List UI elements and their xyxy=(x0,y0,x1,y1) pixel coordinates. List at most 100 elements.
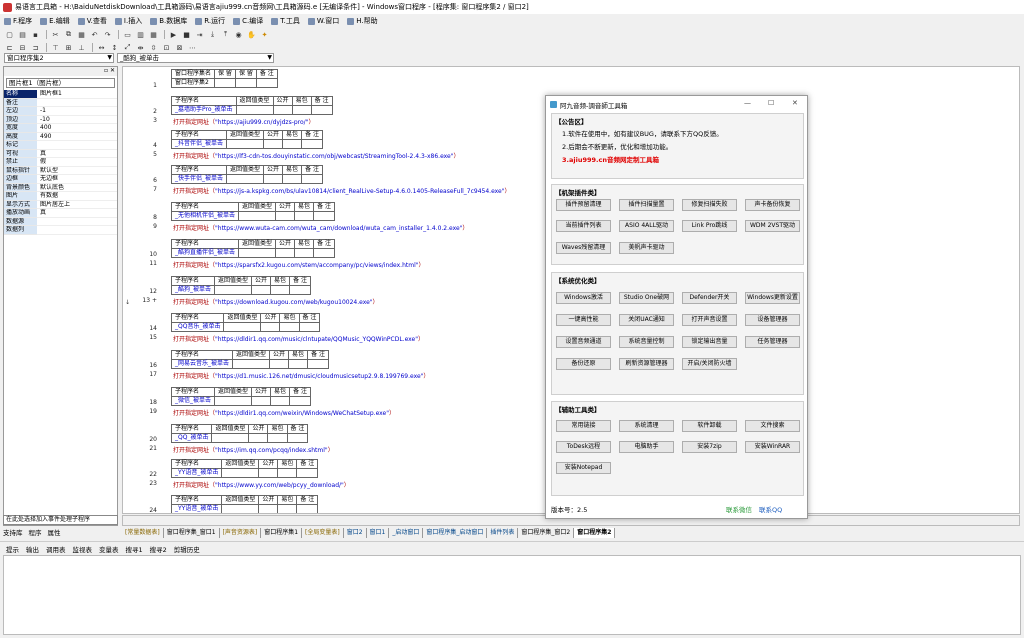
code-line[interactable]: 打开指定网址（"https://sparsfx2.kugou.com/stem/… xyxy=(173,260,425,269)
align-center-icon[interactable]: ⊟ xyxy=(17,43,28,53)
close-icon[interactable]: ✕ xyxy=(792,99,798,107)
menu-item[interactable]: I.插入 xyxy=(114,16,142,26)
space-v-icon[interactable]: ⇳ xyxy=(148,43,159,53)
align-middle-icon[interactable]: ⊞ xyxy=(63,43,74,53)
align-right-icon[interactable]: ⊐ xyxy=(30,43,41,53)
undo-icon[interactable]: ↶ xyxy=(89,30,100,40)
property-row[interactable]: 数据列 xyxy=(4,226,117,235)
property-value[interactable]: 有数据 xyxy=(37,192,117,201)
property-row[interactable]: 鼠标指针 默认型 xyxy=(4,166,117,175)
same-width-icon[interactable]: ↔ xyxy=(96,43,107,53)
document-tab[interactable]: 插件列表 xyxy=(487,528,519,538)
hand-icon[interactable]: ✋ xyxy=(246,30,257,40)
property-value[interactable]: 无边框 xyxy=(37,175,117,184)
toolbox-button[interactable]: Studio One破网 xyxy=(619,292,674,304)
class-select[interactable]: 窗口程序集2 ▼ xyxy=(4,53,114,63)
property-row[interactable]: 备注 xyxy=(4,98,117,107)
property-value[interactable] xyxy=(37,218,117,226)
code-line[interactable]: 打开指定网址（"https://lf3-cdn-tos.douyinstatic… xyxy=(173,151,460,160)
subroutine-name[interactable]: _微信_被单击 xyxy=(170,396,216,406)
property-row[interactable]: 播放动画真 xyxy=(4,209,117,218)
property-value[interactable]: 默认底色 xyxy=(37,184,117,192)
document-tab[interactable]: 窗口程序集_启动窗口 xyxy=(423,528,488,538)
output-tab[interactable]: 输出 xyxy=(26,544,39,554)
maximize-icon[interactable]: ☐ xyxy=(768,99,774,107)
align-bottom-icon[interactable]: ⊥ xyxy=(76,43,87,53)
subroutine-name[interactable]: _无他相机伴侣_被单击 xyxy=(170,211,240,221)
left-panel-tab[interactable]: 程序 xyxy=(29,527,42,537)
subroutine-name[interactable]: _酷狗直播伴侣_被单击 xyxy=(170,248,240,258)
subroutine-name[interactable]: _YY语音_被单击 xyxy=(170,468,223,478)
toolbox-button[interactable]: 备份还原 xyxy=(556,358,611,370)
stop-icon[interactable]: ■ xyxy=(181,30,192,40)
step-into-icon[interactable]: ⤓ xyxy=(207,30,218,40)
cut-icon[interactable]: ✂ xyxy=(50,30,61,40)
property-value[interactable]: 图片框1 xyxy=(37,90,117,99)
toolbox-button[interactable]: 关闭UAC通知 xyxy=(619,314,674,326)
document-tab[interactable]: 窗口程序集2 xyxy=(574,528,616,538)
document-tab[interactable]: [全局变量表] xyxy=(302,528,344,538)
output-tab[interactable]: 提示 xyxy=(6,544,19,554)
property-row[interactable]: 顶边 -10 xyxy=(4,115,117,124)
breakpoint-icon[interactable]: ◉ xyxy=(233,30,244,40)
output-area[interactable] xyxy=(3,555,1021,635)
toolbox-button[interactable]: 设备管理器 xyxy=(745,314,800,326)
window-layout-icon[interactable]: ▭ xyxy=(122,30,133,40)
property-value[interactable]: -10 xyxy=(37,116,117,124)
step-out-icon[interactable]: ⤒ xyxy=(220,30,231,40)
code-line[interactable]: 打开指定网址（"https://dldir1.qq.com/music/clnt… xyxy=(173,334,424,343)
minimize-icon[interactable]: — xyxy=(744,99,751,107)
toolbox-button[interactable]: 一键高性能 xyxy=(556,314,611,326)
document-tab[interactable]: [常量数据表] xyxy=(122,528,164,538)
subroutine-name[interactable]: _网易云音乐_被单击 xyxy=(170,359,234,369)
property-value[interactable] xyxy=(37,99,117,107)
document-tab[interactable]: 窗口程序集_窗口2 xyxy=(518,528,575,538)
menu-item[interactable]: W.窗口 xyxy=(307,16,339,26)
left-panel-tab[interactable]: 支持库 xyxy=(3,527,23,537)
property-row[interactable]: 高度 490 xyxy=(4,132,117,141)
code-line[interactable]: 打开指定网址（"https://im.qq.com/pcqq/index.sht… xyxy=(173,445,334,454)
subroutine-name[interactable]: _YY语音_被单击 xyxy=(170,504,223,513)
pin-icon[interactable]: ▫ xyxy=(104,67,108,74)
toolbox-button[interactable]: 软件卸载 xyxy=(682,420,737,432)
toolbox-button[interactable]: Waves残留清理 xyxy=(556,242,611,254)
document-tab[interactable]: 窗口1 xyxy=(367,528,390,538)
menu-item[interactable]: F.程序 xyxy=(4,16,32,26)
toolbox-button[interactable]: 常用链接 xyxy=(556,420,611,432)
toolbox-button[interactable]: 电脑助手 xyxy=(619,441,674,453)
subroutine-name[interactable]: _QQ音乐_被单击 xyxy=(170,322,225,332)
new-file-icon[interactable]: ▢ xyxy=(4,30,15,40)
toolbox-button[interactable]: 系统清理 xyxy=(619,420,674,432)
toolbox-button[interactable]: ToDesk远程 xyxy=(556,441,611,453)
output-tab[interactable]: 监视表 xyxy=(73,544,93,554)
toolbox-button[interactable]: 美帆声卡驱动 xyxy=(619,242,674,254)
output-tab[interactable]: 调用表 xyxy=(46,544,66,554)
toolbox-button[interactable]: Defender开关 xyxy=(682,292,737,304)
property-value[interactable] xyxy=(37,141,117,150)
subroutine-name[interactable]: _酷狗_被单击 xyxy=(170,285,216,295)
same-height-icon[interactable]: ↕ xyxy=(109,43,120,53)
window-split-icon[interactable]: ▥ xyxy=(135,30,146,40)
document-tab[interactable]: 窗口程序集1 xyxy=(261,528,303,538)
subroutine-name[interactable]: _快手伴侣_被单击 xyxy=(170,174,228,184)
menu-item[interactable]: E.编辑 xyxy=(40,16,70,26)
property-row[interactable]: 背景颜色 默认底色 xyxy=(4,183,117,192)
document-tab[interactable]: [声音资源表] xyxy=(220,528,262,538)
property-value[interactable]: -1 xyxy=(37,107,117,116)
align-top-icon[interactable]: ⊤ xyxy=(50,43,61,53)
method-select[interactable]: _酷狗_被单击 ▼ xyxy=(117,53,274,63)
center-h-icon[interactable]: ⊡ xyxy=(161,43,172,53)
object-select[interactable]: 图片框1（图片框） xyxy=(6,78,115,88)
property-value[interactable]: 假 xyxy=(37,158,117,167)
subroutine-name[interactable]: _抖音伴侣_被单击 xyxy=(170,139,228,149)
toolbox-button[interactable]: 修复扫描失败 xyxy=(682,199,737,211)
toolbox-button[interactable]: 打开声音设置 xyxy=(682,314,737,326)
toolbox-button[interactable]: Windows更新设置 xyxy=(745,292,800,304)
property-value[interactable]: 400 xyxy=(37,124,117,133)
code-line[interactable]: 打开指定网址（"https://www.wuta-cam.com/wuta_ca… xyxy=(173,223,468,232)
code-line[interactable]: 打开指定网址（"https://dldir1.qq.com/weixin/Win… xyxy=(173,408,395,417)
event-select[interactable]: 在此处选择加入事件处理子程序 xyxy=(3,515,118,525)
code-line[interactable]: 打开指定网址（"https://js-a.kspkg.com/bs/ulav10… xyxy=(173,186,511,195)
output-tab[interactable]: 剪辑历史 xyxy=(174,544,200,554)
toolbox-button[interactable]: 系统音量控制 xyxy=(619,336,674,348)
